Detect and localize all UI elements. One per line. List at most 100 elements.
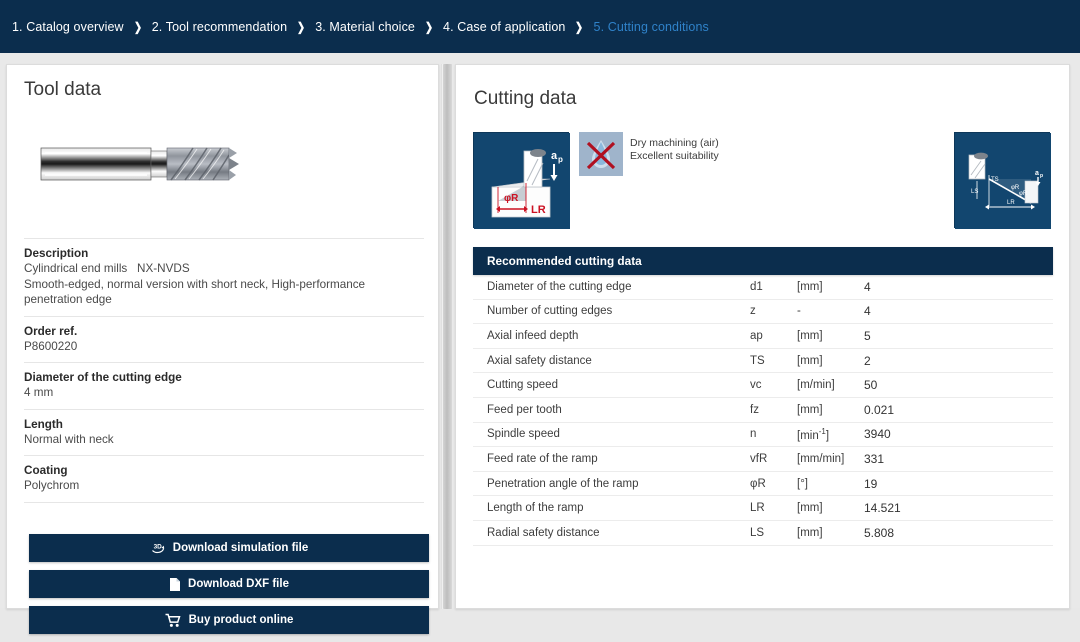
breadcrumb-bar: 1. Catalog overview ❯ 2. Tool recommenda… (0, 0, 1080, 53)
no-coolant-icon (579, 132, 623, 176)
row-name: Diameter of the cutting edge (487, 280, 632, 293)
row-name: Length of the ramp (487, 502, 584, 515)
spec-label: Coating (24, 464, 68, 477)
row-symbol: LR (750, 502, 765, 515)
scrollbar-thumb[interactable] (443, 64, 452, 609)
breadcrumb-item-5[interactable]: 5. Cutting conditions (594, 20, 709, 34)
row-value: 2 (864, 353, 871, 368)
row-name: Number of cutting edges (487, 305, 613, 318)
table-row: Diameter of the cutting edge d1 [mm] 4 (473, 275, 1053, 300)
row-unit: [mm] (797, 502, 823, 515)
breadcrumb: 1. Catalog overview ❯ 2. Tool recommenda… (12, 20, 709, 34)
row-value: 3940 (864, 427, 891, 442)
row-unit: [mm] (797, 526, 823, 539)
table-row: Spindle speed n [min-1] 3940 (473, 423, 1053, 448)
spec-value: Cylindrical end mills NX-NVDS Smooth-edge… (24, 262, 366, 306)
row-value: 331 (864, 451, 885, 466)
spec-value: 4 mm (24, 386, 54, 399)
row-name: Axial infeed depth (487, 329, 579, 342)
svg-text:LR: LR (531, 204, 546, 216)
row-value: 0.021 (864, 402, 895, 417)
button-label: Download simulation file (172, 542, 309, 554)
row-symbol: vfR (750, 452, 768, 465)
row-symbol: n (750, 428, 757, 441)
row-unit: [min-1] (797, 426, 830, 442)
row-symbol: LS (750, 526, 765, 539)
svg-text:LS: LS (971, 189, 978, 195)
row-symbol: ap (750, 329, 763, 342)
svg-text:φR: φR (504, 193, 519, 204)
spec-label: Description (24, 247, 89, 260)
svg-text:a: a (1035, 170, 1039, 177)
row-value: 14.521 (864, 501, 901, 516)
row-name: Radial safety distance (487, 526, 600, 539)
row-value: 19 (864, 476, 878, 491)
cutting-diagram-row: a p φR LR Dry machining (air) Excellent … (473, 132, 1053, 229)
tool-data-card: Tool data Description Cylindrical end mi… (6, 64, 439, 634)
row-value: 50 (864, 378, 878, 393)
chevron-right-icon: ❯ (297, 19, 306, 34)
chevron-right-icon: ❯ (575, 19, 584, 34)
buy-product-online-button[interactable]: Buy product online (29, 606, 429, 634)
page-body: Tool data Description Cylindrical end mi… (0, 53, 1080, 634)
table-header: Recommended cutting data (473, 247, 1053, 275)
row-symbol: d1 (750, 280, 763, 293)
row-name: Penetration angle of the ramp (487, 477, 639, 490)
breadcrumb-item-4[interactable]: 4. Case of application (443, 20, 565, 34)
panel-scrollbar[interactable] (441, 64, 452, 609)
breadcrumb-item-2[interactable]: 2. Tool recommendation (152, 20, 287, 34)
row-unit: [mm] (797, 354, 823, 367)
spec-value: P8600220 (24, 339, 78, 353)
row-unit: [mm] (797, 280, 823, 293)
table-row: Cutting speed vc [m/min] 50 (473, 373, 1053, 398)
row-name: Cutting speed (487, 379, 558, 392)
breadcrumb-item-1[interactable]: 1. Catalog overview (12, 20, 124, 34)
svg-text:3D: 3D (153, 544, 162, 551)
cutting-data-title: Cutting data (474, 88, 577, 109)
spec-value: Polychrom (24, 479, 80, 492)
spec-description: Description Cylindrical end mills NX-NVD… (24, 238, 424, 317)
spec-diameter: Diameter of the cutting edge 4 mm (24, 363, 424, 410)
row-symbol: vc (750, 379, 762, 392)
ramp-length-diagram-icon[interactable]: TS LS LR φR φR a p (954, 132, 1051, 229)
row-symbol: z (750, 305, 756, 318)
recommended-cutting-data-table: Recommended cutting data Diameter of the… (473, 247, 1053, 546)
spec-length: Length Normal with neck (24, 410, 424, 456)
row-symbol: fz (750, 403, 759, 416)
table-row: Feed per tooth fz [mm] 0.021 (473, 398, 1053, 423)
tool-image (23, 120, 423, 227)
row-symbol: TS (750, 354, 765, 367)
row-unit: [mm] (797, 329, 823, 342)
tool-spec-list: Description Cylindrical end mills NX-NVD… (24, 238, 424, 503)
row-name: Feed rate of the ramp (487, 452, 598, 465)
table-row: Axial infeed depth ap [mm] 5 (473, 324, 1053, 349)
row-value: 5.808 (864, 525, 895, 540)
row-unit: - (797, 305, 801, 318)
row-unit: [mm/min] (797, 452, 845, 465)
chevron-right-icon: ❯ (424, 19, 434, 34)
breadcrumb-item-3[interactable]: 3. Material choice (315, 20, 415, 34)
button-label: Download DXF file (188, 578, 289, 590)
row-unit: [°] (797, 477, 808, 490)
download-dxf-file-button[interactable]: Download DXF file (29, 570, 429, 598)
row-value: 4 (864, 279, 871, 294)
download-simulation-file-button[interactable]: 3D Download simulation file (29, 534, 429, 562)
button-label: Buy product online (188, 614, 294, 626)
coolant-line-2: Excellent suitability (630, 150, 719, 162)
row-unit: [mm] (797, 403, 823, 416)
tool-data-title: Tool data (24, 79, 102, 100)
3d-rotate-icon: 3D (150, 541, 166, 555)
svg-text:TS: TS (991, 177, 999, 183)
row-name: Spindle speed (487, 428, 560, 441)
table-row: Penetration angle of the ramp φR [°] 19 (473, 472, 1053, 497)
spec-coating: Coating Polychrom (24, 456, 424, 503)
svg-text:p: p (558, 155, 563, 164)
row-name: Feed per tooth (487, 403, 562, 416)
spec-label: Diameter of the cutting edge (24, 371, 182, 384)
svg-text:p: p (1040, 173, 1043, 179)
ramp-angle-diagram-icon[interactable]: a p φR LR (473, 132, 570, 229)
row-name: Axial safety distance (487, 354, 592, 367)
svg-text:φR: φR (1019, 191, 1028, 197)
table-row: Number of cutting edges z - 4 (473, 300, 1053, 325)
spec-label: Order ref. (24, 324, 78, 338)
